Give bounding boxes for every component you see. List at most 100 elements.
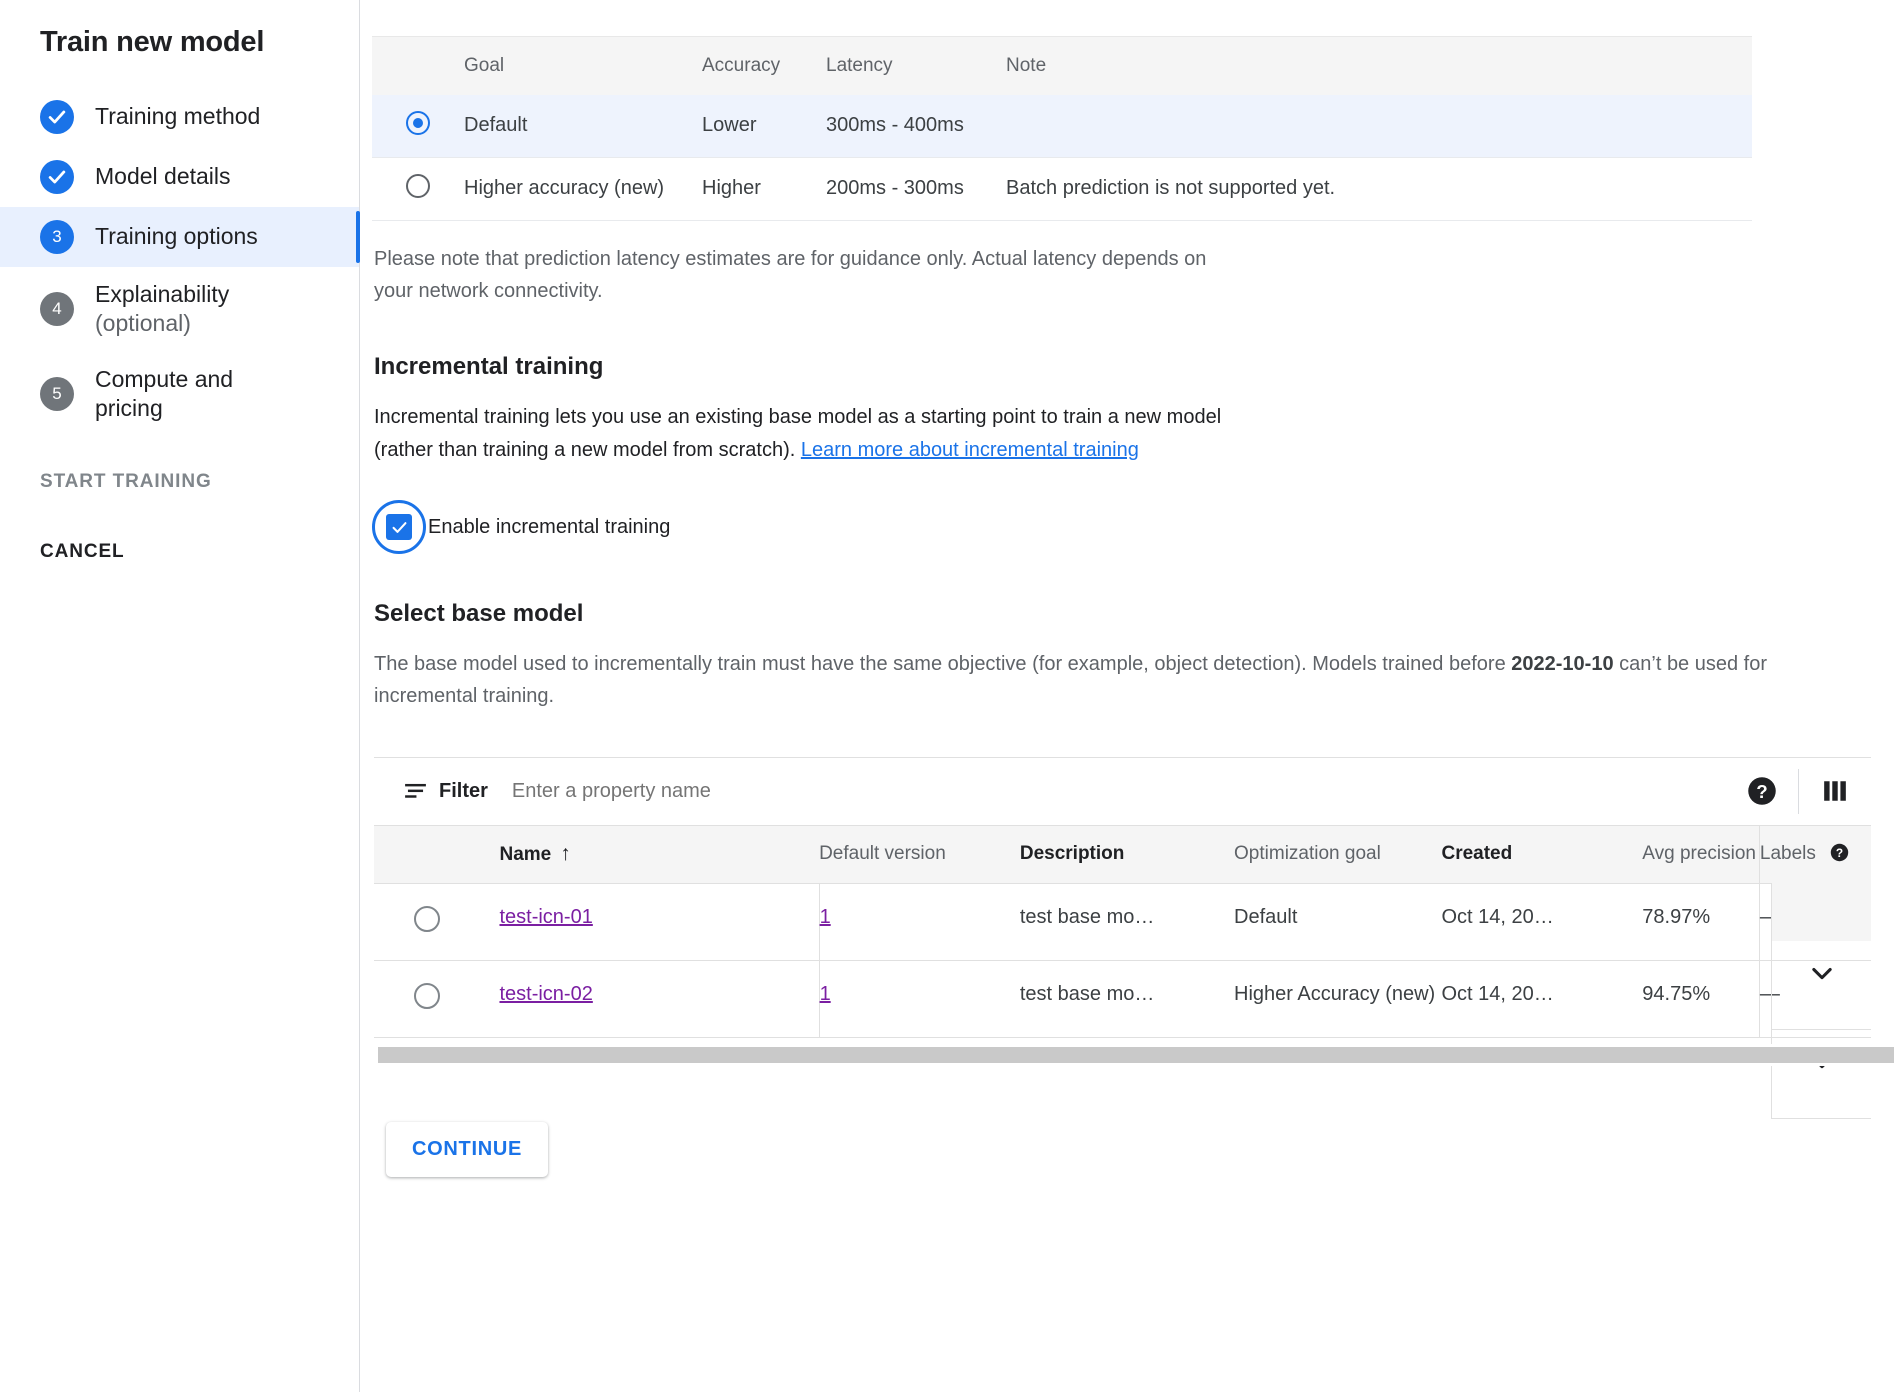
horizontal-scrollbar-thumb[interactable]: [378, 1047, 1894, 1063]
labels-help-icon[interactable]: ?: [1830, 843, 1849, 862]
table-row[interactable]: test-icn-02 1 test base mo… Higher Accur…: [374, 960, 1871, 1037]
expand-row-cell[interactable]: [1771, 941, 1871, 1030]
latency-header: Latency: [826, 37, 1006, 95]
sidebar-step-explainability[interactable]: 4 Explainability (optional): [0, 267, 359, 352]
table-row[interactable]: Higher accuracy (new) Higher 200ms - 300…: [372, 157, 1752, 220]
continue-button[interactable]: CONTINUE: [386, 1122, 548, 1177]
avg-precision-cell: 78.97%: [1642, 883, 1759, 960]
goal-header: Goal: [464, 37, 702, 95]
table-row[interactable]: test-icn-01 1 test base mo… Default Oct …: [374, 883, 1871, 960]
created-column-header[interactable]: Created: [1441, 825, 1642, 883]
accuracy-cell: Lower: [702, 95, 826, 158]
description-cell: test base mo…: [1020, 960, 1234, 1037]
help-icon[interactable]: ?: [1726, 776, 1798, 806]
base-model-desc-part1: The base model used to incrementally tra…: [374, 653, 1511, 675]
model-name-link[interactable]: test-icn-02: [499, 983, 592, 1005]
row-select-header: [374, 825, 465, 883]
description-cell: test base mo…: [1020, 883, 1234, 960]
enable-incremental-training-row[interactable]: Enable incremental training: [374, 500, 1896, 554]
model-name-cell: test-icn-02: [465, 960, 819, 1037]
filter-label[interactable]: Filter: [439, 780, 488, 803]
learn-more-incremental-training-link[interactable]: Learn more about incremental training: [801, 439, 1139, 461]
table-header-row: Goal Accuracy Latency Note: [372, 37, 1752, 95]
step-number-badge: 3: [40, 220, 74, 254]
goal-radio-cell[interactable]: [372, 157, 464, 220]
svg-text:?: ?: [1836, 846, 1843, 860]
row-select-cell[interactable]: [374, 960, 465, 1037]
goal-radio-header: [372, 37, 464, 95]
description-column-header[interactable]: Description: [1020, 825, 1234, 883]
sidebar-step-label: Compute and pricing: [95, 365, 265, 424]
sidebar-step-label: Explainability (optional): [95, 280, 229, 339]
step-number-badge: 4: [40, 292, 74, 326]
select-base-model-heading: Select base model: [374, 600, 1896, 628]
train-new-model-page: Train new model Training method Model de…: [0, 0, 1896, 1392]
expand-column-header: [1771, 883, 1871, 941]
sidebar-step-label: Training method: [95, 102, 260, 131]
cancel-button[interactable]: CANCEL: [0, 541, 359, 563]
optimization-goal-table: Goal Accuracy Latency Note Default Lower…: [372, 36, 1752, 221]
created-cell: Oct 14, 20…: [1441, 883, 1642, 960]
model-name-cell: test-icn-01: [465, 883, 819, 960]
horizontal-scrollbar[interactable]: [374, 1044, 1871, 1066]
step-complete-check-icon: [40, 100, 74, 134]
sidebar-step-label-sub: (optional): [95, 309, 229, 338]
table-header-row: Name↑ Default version Description Optimi…: [374, 825, 1871, 883]
goal-radio-cell[interactable]: [372, 95, 464, 158]
default-version-cell: 1: [819, 883, 1020, 960]
checkbox-focus-ring: [372, 500, 426, 554]
incremental-training-description: Incremental training lets you use an exi…: [374, 401, 1279, 466]
filter-bar: Filter ?: [374, 758, 1871, 825]
radio-select-model-1[interactable]: [414, 906, 440, 932]
latency-disclaimer: Please note that prediction latency esti…: [374, 243, 1244, 308]
labels-header-label: Labels: [1760, 843, 1816, 864]
page-title: Train new model: [0, 26, 359, 59]
sidebar-step-training-options[interactable]: 3 Training options: [0, 207, 359, 267]
sidebar-step-model-details[interactable]: Model details: [0, 147, 359, 207]
radio-higher-accuracy-goal[interactable]: [406, 174, 430, 198]
default-version-link[interactable]: 1: [820, 983, 831, 1005]
created-cell: Oct 14, 20…: [1441, 960, 1642, 1037]
filter-icon[interactable]: [404, 783, 427, 800]
sidebar-step-label-main: Explainability: [95, 281, 229, 307]
enable-incremental-training-label: Enable incremental training: [428, 516, 670, 539]
radio-select-model-2[interactable]: [414, 983, 440, 1009]
wizard-sidebar: Train new model Training method Model de…: [0, 0, 360, 1392]
base-model-cutoff-date: 2022-10-10: [1511, 653, 1613, 675]
step-complete-check-icon: [40, 160, 74, 194]
accuracy-header: Accuracy: [702, 37, 826, 95]
labels-column-header[interactable]: Labels ?: [1759, 825, 1871, 883]
step-number-badge: 5: [40, 377, 74, 411]
goal-cell: Higher accuracy (new): [464, 157, 702, 220]
model-name-link[interactable]: test-icn-01: [499, 906, 592, 928]
sidebar-step-label: Training options: [95, 222, 258, 251]
note-header: Note: [1006, 37, 1752, 95]
radio-default-goal[interactable]: [406, 111, 430, 135]
sidebar-step-label: Model details: [95, 162, 231, 191]
optimization-goal-cell: Default: [1234, 883, 1441, 960]
enable-incremental-training-checkbox[interactable]: [372, 500, 426, 554]
row-select-cell[interactable]: [374, 883, 465, 960]
note-cell: Batch prediction is not supported yet.: [1006, 157, 1752, 220]
name-column-header[interactable]: Name↑: [465, 825, 819, 883]
avg-precision-column-header[interactable]: Avg precision: [1642, 825, 1759, 883]
default-version-cell: 1: [819, 960, 1020, 1037]
goal-cell: Default: [464, 95, 702, 158]
latency-cell: 300ms - 400ms: [826, 95, 1006, 158]
note-cell: [1006, 95, 1752, 158]
sort-ascending-icon[interactable]: ↑: [560, 842, 571, 865]
filter-input[interactable]: [510, 779, 1150, 804]
start-training-button[interactable]: START TRAINING: [0, 471, 359, 493]
table-row[interactable]: Default Lower 300ms - 400ms: [372, 95, 1752, 158]
base-model-table-card: Filter ?: [374, 757, 1871, 1066]
default-version-column-header[interactable]: Default version: [819, 825, 1020, 883]
incremental-training-heading: Incremental training: [374, 353, 1896, 381]
default-version-link[interactable]: 1: [820, 906, 831, 928]
chevron-down-icon[interactable]: [1808, 959, 1836, 987]
select-base-model-description: The base model used to incrementally tra…: [374, 648, 1849, 713]
sidebar-step-training-method[interactable]: Training method: [0, 87, 359, 147]
column-settings-icon[interactable]: [1799, 778, 1871, 804]
latency-cell: 200ms - 300ms: [826, 157, 1006, 220]
sidebar-step-compute-and-pricing[interactable]: 5 Compute and pricing: [0, 352, 359, 437]
optimization-goal-column-header[interactable]: Optimization goal: [1234, 825, 1441, 883]
